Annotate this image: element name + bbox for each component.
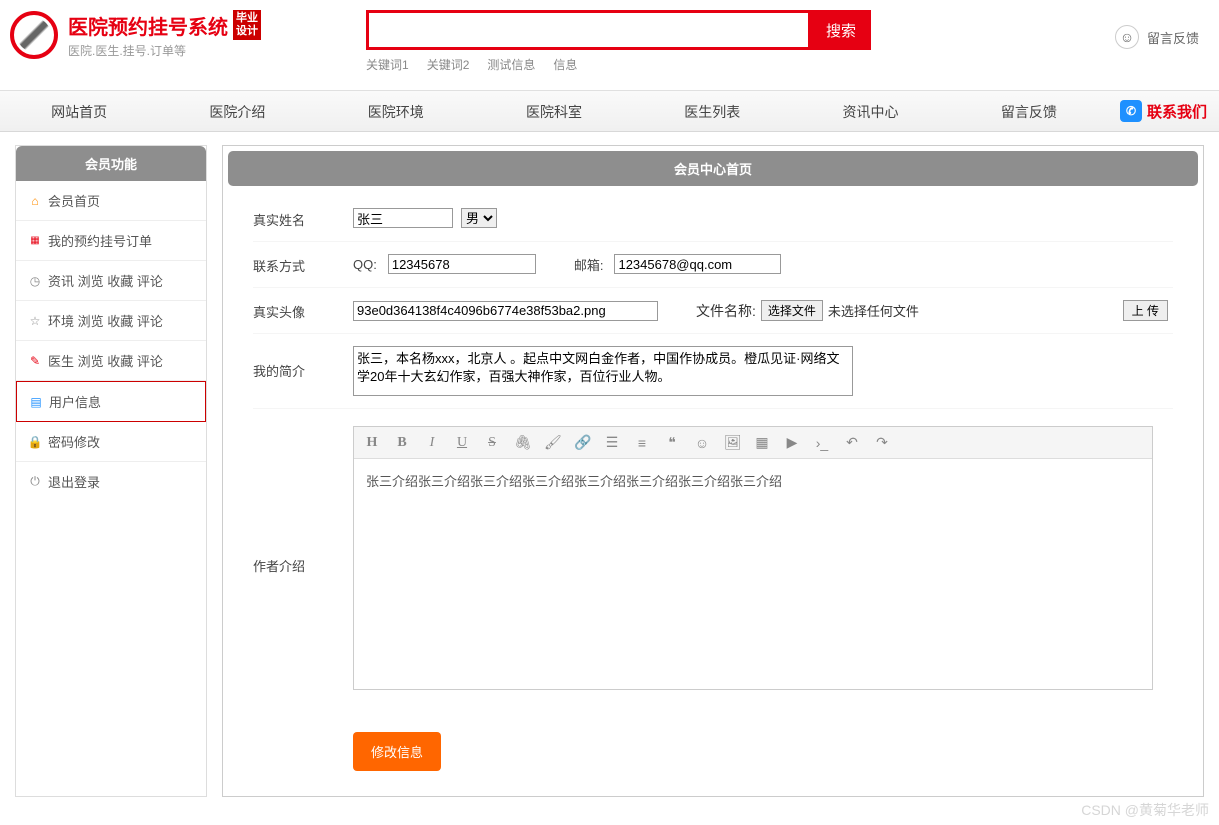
nav-environment[interactable]: 医院环境 bbox=[317, 91, 475, 131]
underline-icon[interactable]: U bbox=[454, 435, 470, 451]
edit-icon: ✎ bbox=[28, 354, 42, 368]
quote-icon[interactable]: ❝ bbox=[664, 434, 680, 451]
sidebar-item-userinfo[interactable]: ▤ 用户信息 bbox=[16, 381, 206, 422]
nav-feedback[interactable]: 留言反馈 bbox=[950, 91, 1108, 131]
watermark: CSDN @黄菊华老师 bbox=[1081, 800, 1209, 820]
feedback-link[interactable]: ☺ 留言反馈 bbox=[1115, 25, 1199, 49]
sidebar-item-env[interactable]: ☆ 环境 浏览 收藏 评论 bbox=[16, 301, 206, 341]
nav-home[interactable]: 网站首页 bbox=[0, 91, 158, 131]
brand-subtitle: 医院.医生.挂号.订单等 bbox=[68, 42, 261, 59]
document-icon: ▤ bbox=[29, 395, 43, 409]
link-icon[interactable]: 🔗 bbox=[574, 434, 590, 451]
content-area: 会员中心首页 真实姓名 男 联系方式 QQ: 邮箱: bbox=[222, 145, 1204, 797]
brush-icon[interactable]: 🖌 bbox=[544, 434, 560, 451]
file-label: 文件名称: bbox=[696, 301, 756, 321]
name-input[interactable] bbox=[353, 208, 453, 228]
keyword-link[interactable]: 关键词2 bbox=[427, 56, 470, 73]
code-icon[interactable]: ›_ bbox=[814, 435, 830, 451]
intro-label: 作者介绍 bbox=[253, 426, 353, 575]
sidebar-item-password[interactable]: 🔒 密码修改 bbox=[16, 422, 206, 462]
upload-button[interactable]: 上 传 bbox=[1123, 300, 1168, 321]
heading-icon[interactable]: H bbox=[364, 435, 380, 451]
nav-hospital-intro[interactable]: 医院介绍 bbox=[158, 91, 316, 131]
qq-input[interactable] bbox=[388, 254, 536, 274]
bold-icon[interactable]: B bbox=[394, 435, 410, 451]
nav-news[interactable]: 资讯中心 bbox=[791, 91, 949, 131]
keyword-link[interactable]: 测试信息 bbox=[487, 56, 535, 73]
lock-icon: 🔒 bbox=[28, 435, 42, 449]
main-nav: 网站首页 医院介绍 医院环境 医院科室 医生列表 资讯中心 留言反馈 ✆ 联系我… bbox=[0, 90, 1219, 132]
list-icon[interactable]: ☰ bbox=[604, 434, 620, 451]
content-header: 会员中心首页 bbox=[228, 151, 1198, 186]
file-status: 未选择任何文件 bbox=[828, 301, 919, 320]
image-icon[interactable]: 🖼 bbox=[724, 434, 740, 451]
power-icon: ⏻ bbox=[28, 475, 42, 489]
sidebar: 会员功能 ⌂ 会员首页 ▦ 我的预约挂号订单 ◷ 资讯 浏览 收藏 评论 ☆ 环… bbox=[15, 145, 207, 797]
brand-title: 医院预约挂号系统 bbox=[68, 11, 228, 40]
search-input[interactable] bbox=[366, 10, 811, 50]
sidebar-item-logout[interactable]: ⏻ 退出登录 bbox=[16, 462, 206, 501]
avatar-input[interactable] bbox=[353, 301, 658, 321]
logo-icon bbox=[10, 11, 58, 59]
redo-icon[interactable]: ↷ bbox=[874, 434, 890, 451]
qq-label: QQ: bbox=[353, 257, 377, 272]
name-label: 真实姓名 bbox=[253, 208, 353, 229]
nav-doctors[interactable]: 医生列表 bbox=[633, 91, 791, 131]
sidebar-item-news[interactable]: ◷ 资讯 浏览 收藏 评论 bbox=[16, 261, 206, 301]
star-icon: ☆ bbox=[28, 314, 42, 328]
emoji-icon[interactable]: ☺ bbox=[694, 435, 710, 451]
choose-file-button[interactable]: 选择文件 bbox=[761, 300, 823, 321]
italic-icon[interactable]: I bbox=[424, 435, 440, 451]
sidebar-item-doctor[interactable]: ✎ 医生 浏览 收藏 评论 bbox=[16, 341, 206, 381]
grid-icon: ▦ bbox=[28, 234, 42, 248]
sidebar-item-home[interactable]: ⌂ 会员首页 bbox=[16, 181, 206, 221]
bio-textarea[interactable] bbox=[353, 346, 853, 396]
nav-department[interactable]: 医院科室 bbox=[475, 91, 633, 131]
keyword-link[interactable]: 信息 bbox=[553, 56, 577, 73]
sidebar-header: 会员功能 bbox=[16, 146, 206, 181]
email-label: 邮箱: bbox=[574, 255, 604, 274]
avatar-label: 真实头像 bbox=[253, 300, 353, 321]
sidebar-item-orders[interactable]: ▦ 我的预约挂号订单 bbox=[16, 221, 206, 261]
gender-select[interactable]: 男 bbox=[461, 208, 497, 228]
home-icon: ⌂ bbox=[28, 194, 42, 208]
logo-area: 医院预约挂号系统 毕业设计 医院.医生.挂号.订单等 bbox=[10, 10, 261, 59]
email-input[interactable] bbox=[614, 254, 781, 274]
editor-toolbar: H B I U S 🖇 🖌 🔗 ☰ ≡ ❝ ☺ 🖼 bbox=[354, 427, 1152, 459]
clock-icon: ◷ bbox=[28, 274, 42, 288]
rich-editor: H B I U S 🖇 🖌 🔗 ☰ ≡ ❝ ☺ 🖼 bbox=[353, 426, 1153, 690]
search-keywords: 关键词1 关键词2 测试信息 信息 bbox=[366, 56, 871, 73]
nav-contact[interactable]: ✆ 联系我们 bbox=[1108, 91, 1219, 131]
search-button[interactable]: 搜索 bbox=[811, 10, 871, 50]
editor-body[interactable]: 张三介绍张三介绍张三介绍张三介绍张三介绍张三介绍张三介绍张三介绍 bbox=[354, 459, 1152, 689]
brand-tag: 毕业设计 bbox=[233, 10, 261, 40]
strike-icon[interactable]: S bbox=[484, 435, 500, 451]
align-icon[interactable]: ≡ bbox=[634, 435, 650, 451]
attachment-icon[interactable]: 🖇 bbox=[514, 434, 530, 451]
table-icon[interactable]: ▦ bbox=[754, 434, 770, 451]
undo-icon[interactable]: ↶ bbox=[844, 434, 860, 451]
phone-icon: ✆ bbox=[1120, 100, 1142, 122]
keyword-link[interactable]: 关键词1 bbox=[366, 56, 409, 73]
video-icon[interactable]: ▶ bbox=[784, 434, 800, 451]
feedback-icon: ☺ bbox=[1115, 25, 1139, 49]
contact-label: 联系方式 bbox=[253, 254, 353, 275]
submit-button[interactable]: 修改信息 bbox=[353, 732, 441, 771]
bio-label: 我的简介 bbox=[253, 346, 353, 380]
